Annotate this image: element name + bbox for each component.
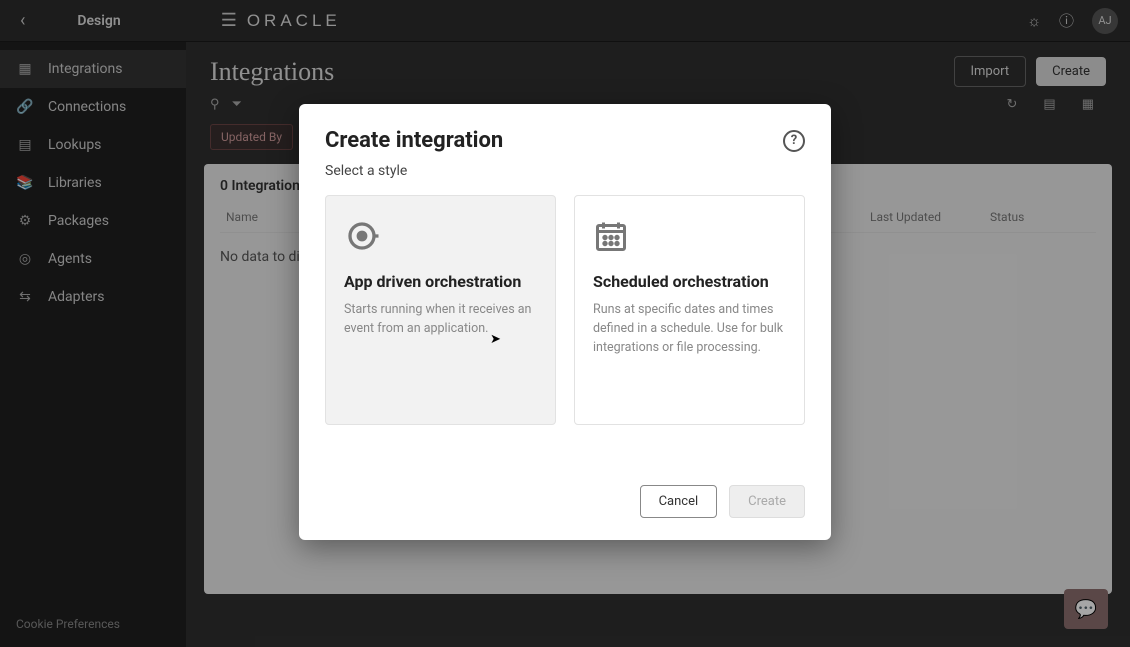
card-title: App driven orchestration [344, 272, 537, 291]
card-description: Runs at specific dates and times defined… [593, 301, 786, 357]
card-description: Starts running when it receives an event… [344, 301, 537, 339]
modal-title: Create integration [325, 128, 503, 153]
create-integration-modal: Create integration ? Select a style App … [299, 104, 831, 540]
modal-subtitle: Select a style [325, 163, 805, 179]
modal-create-button[interactable]: Create [729, 485, 805, 518]
cancel-button[interactable]: Cancel [640, 485, 718, 518]
card-app-driven-orchestration[interactable]: App driven orchestration Starts running … [325, 195, 556, 425]
card-title: Scheduled orchestration [593, 272, 786, 291]
modal-overlay: Create integration ? Select a style App … [0, 0, 1130, 647]
calendar-icon [593, 218, 629, 254]
help-icon[interactable]: ? [783, 130, 805, 152]
card-scheduled-orchestration[interactable]: Scheduled orchestration Runs at specific… [574, 195, 805, 425]
orchestration-icon [344, 218, 380, 254]
